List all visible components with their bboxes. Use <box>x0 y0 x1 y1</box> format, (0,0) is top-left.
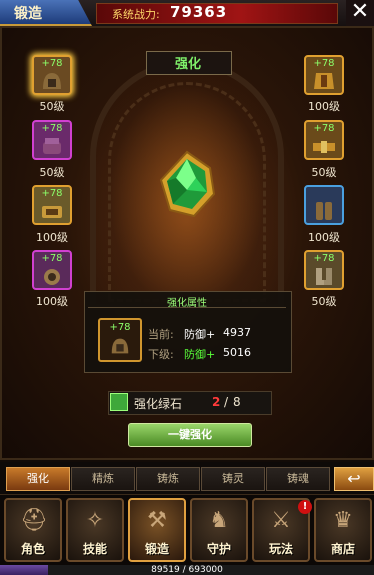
green-stone-icon <box>110 393 128 411</box>
current-stat: 防御+ <box>184 328 216 341</box>
nav-label: 角色 <box>20 542 45 556</box>
next-label: 下级: <box>148 348 174 361</box>
pauldron-icon <box>44 269 60 285</box>
notification-badge: ! <box>298 500 312 514</box>
nav-label: 守护 <box>206 542 231 556</box>
swords-icon: ⚔ <box>271 508 291 533</box>
material-need: 8 <box>233 395 241 409</box>
enhance-level: +78 <box>41 58 63 69</box>
equip-slot-left-1[interactable]: +78 <box>32 55 72 95</box>
nav-label: 玩法 <box>268 542 293 556</box>
equip-slot-left-3[interactable]: +78 <box>32 185 72 225</box>
emerald-gem-icon <box>159 150 216 218</box>
power-label: 系统战力: <box>112 8 160 21</box>
divider <box>88 307 286 308</box>
equip-slot-left-4[interactable]: +78 <box>32 250 72 290</box>
material-row <box>108 391 272 415</box>
slot-level: 100级 <box>308 100 340 113</box>
material-name: 强化绿石 <box>134 397 183 411</box>
gauntlet-icon <box>43 138 61 154</box>
dragon-icon: ♞ <box>209 508 229 533</box>
helmet-icon <box>43 73 61 89</box>
boots-icon <box>316 268 332 285</box>
tab-soul[interactable]: 铸魂 <box>266 467 330 491</box>
belt-icon <box>313 141 335 153</box>
treasure-icon: ♛ <box>333 508 353 533</box>
enhance-level: +78 <box>41 188 63 199</box>
nav-label: 技能 <box>82 542 107 556</box>
helmet-icon <box>111 338 129 354</box>
helmet-icon: ⛑ <box>20 508 48 533</box>
mode-banner-label: 强化 <box>174 57 201 72</box>
equip-slot-right-1[interactable]: +78 <box>304 55 344 95</box>
selected-enhance-level: +78 <box>109 322 131 333</box>
nav-shop[interactable]: ♛ 商店 <box>314 498 372 562</box>
armor-icon <box>314 73 334 89</box>
nav-skills[interactable]: ✧ 技能 <box>66 498 124 562</box>
anvil-icon: ⚒ <box>147 508 167 533</box>
enhance-level: +78 <box>313 123 335 134</box>
nav-guard[interactable]: ♞ 守护 <box>190 498 248 562</box>
tab-spirit[interactable]: 铸灵 <box>201 467 265 491</box>
back-icon[interactable]: ↩ <box>334 467 374 491</box>
enhance-level: +78 <box>41 123 63 134</box>
equip-slot-right-4[interactable]: +78 <box>304 250 344 290</box>
equip-slot-left-2[interactable]: +78 <box>32 120 72 160</box>
scroll-icon: ✧ <box>85 508 105 533</box>
exp-text: 89519 / 693000 <box>151 565 223 575</box>
nav-character[interactable]: ⛑ 角色 <box>4 498 62 562</box>
tab-enhance[interactable]: 强化 <box>6 467 70 491</box>
slot-level: 50级 <box>311 166 337 179</box>
slot-level: 100级 <box>36 295 68 308</box>
enhance-level: +78 <box>313 253 335 264</box>
slot-level: 50级 <box>39 166 65 179</box>
equip-slot-right-3[interactable] <box>304 185 344 225</box>
nav-forge[interactable]: ⚒ 锻造 <box>128 498 186 562</box>
page-title: 锻造 <box>14 6 42 22</box>
material-separator: / <box>224 395 229 409</box>
nav-label: 商店 <box>330 542 355 556</box>
enhance-level: +78 <box>313 58 335 69</box>
close-button[interactable]: ✕ <box>346 0 374 26</box>
power-value: 79363 <box>170 3 228 21</box>
next-stat: 防御+ <box>184 348 216 361</box>
tab-refine[interactable]: 精炼 <box>71 467 135 491</box>
material-have: 2 <box>212 395 221 409</box>
next-value: 5016 <box>223 346 251 359</box>
enhance-level: +78 <box>41 253 63 264</box>
tab-forge[interactable]: 铸炼 <box>136 467 200 491</box>
equip-slot-right-2[interactable]: +78 <box>304 120 344 160</box>
slot-level: 100级 <box>36 231 68 244</box>
current-value: 4937 <box>223 326 251 339</box>
selected-item-slot: +78 <box>98 318 142 362</box>
nav-label: 锻造 <box>144 542 169 556</box>
auto-enhance-button[interactable]: 一键强化 <box>128 423 252 447</box>
slot-level: 50级 <box>311 295 337 308</box>
leggings-icon <box>316 202 332 220</box>
bracer-icon <box>42 206 62 218</box>
slot-level: 50级 <box>39 100 65 113</box>
slot-level: 100级 <box>308 231 340 244</box>
current-label: 当前: <box>148 328 174 341</box>
